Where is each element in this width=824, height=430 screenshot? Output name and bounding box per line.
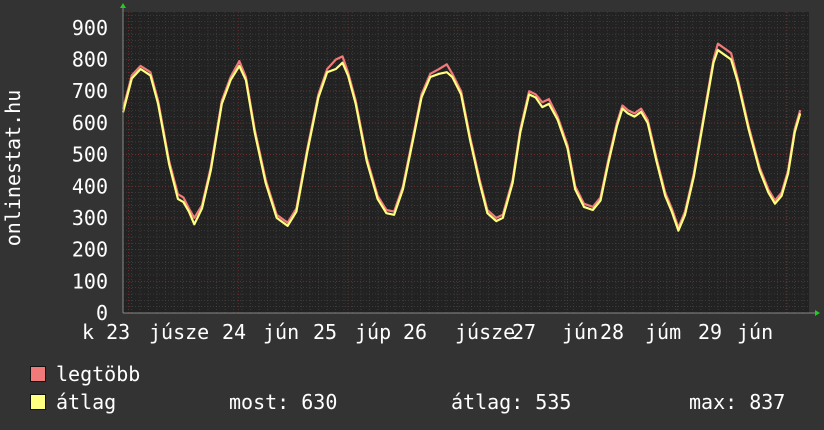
x-axis-arrow-icon: [815, 310, 820, 316]
x-tick-label: 25: [313, 320, 337, 344]
legend-label-avg: átlag: [56, 390, 117, 414]
x-tick-label: 24: [222, 320, 246, 344]
legend-swatch-avg: [30, 394, 46, 410]
x-tick-label: 27: [512, 320, 536, 344]
x-tick-label: 29: [698, 320, 722, 344]
y-tick-labels: 0100200300400500600700800900: [72, 16, 108, 325]
x-tick-label: k 23: [82, 320, 130, 344]
grid: [122, 12, 809, 314]
plot-area: [123, 12, 809, 313]
legend-label-max: legtöbb: [56, 362, 141, 386]
x-tick-label: júsze: [455, 320, 515, 344]
y-tick-label: 700: [72, 79, 108, 103]
x-tick-labels: k 23 júsze 24 jún 25 júp 26 júsze27 jún 28 júm 29 jú…: [82, 320, 773, 344]
y-tick-label: 900: [72, 16, 108, 40]
y-tick-label: 300: [72, 206, 108, 230]
legend-item-max: legtöbb: [30, 363, 140, 385]
stat-current: most: 630: [229, 390, 338, 414]
x-tick-label: jún: [562, 320, 598, 344]
y-tick-label: 100: [72, 269, 108, 293]
x-tick-label: júp: [355, 320, 391, 344]
y-tick-label: 200: [72, 238, 108, 262]
x-tick-label: 28: [600, 320, 624, 344]
x-tick-label: júsze: [149, 320, 209, 344]
stat-average: átlag: 535: [451, 390, 572, 414]
x-tick-label: jún: [737, 320, 773, 344]
legend-item-avg: átlag: [30, 391, 116, 413]
x-tick-label: júm: [645, 320, 681, 344]
y-tick-label: 600: [72, 111, 108, 135]
y-axis-arrow-icon: [120, 3, 126, 8]
y-axis-label: onlinestat.hu: [1, 90, 25, 247]
x-tick-label: jún: [263, 320, 299, 344]
y-tick-label: 400: [72, 174, 108, 198]
x-tick-label: 26: [403, 320, 427, 344]
y-tick-label: 800: [72, 48, 108, 72]
y-tick-label: 500: [72, 143, 108, 167]
legend-swatch-max: [30, 366, 46, 382]
stat-max: max: 837: [689, 390, 786, 414]
